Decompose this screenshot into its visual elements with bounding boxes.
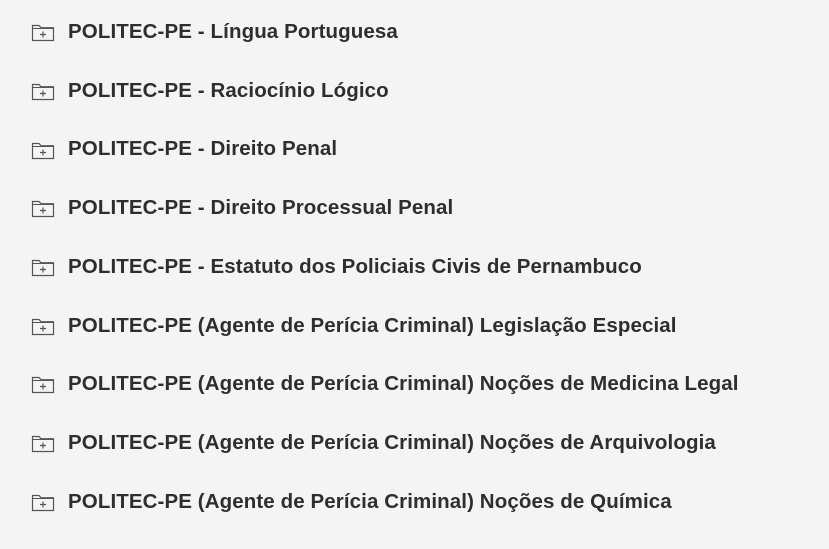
folder-label: POLITEC-PE - Estatuto dos Policiais Civi… — [68, 254, 642, 278]
folder-item-estatuto-policiais[interactable]: POLITEC-PE - Estatuto dos Policiais Civi… — [0, 238, 829, 297]
folder-plus-icon[interactable] — [31, 433, 55, 453]
folder-label: POLITEC-PE - Direito Penal — [68, 137, 338, 161]
folder-item-quimica[interactable]: POLITEC-PE (Agente de Perícia Criminal) … — [0, 473, 829, 532]
folder-item-direito-processual-penal[interactable]: POLITEC-PE - Direito Processual Penal — [0, 179, 829, 238]
folder-plus-icon[interactable] — [31, 22, 55, 42]
folder-list: POLITEC-PE - Língua Portuguesa POLITEC-P… — [0, 3, 829, 531]
folder-label: POLITEC-PE - Língua Portuguesa — [68, 20, 398, 44]
folder-label: POLITEC-PE - Direito Processual Penal — [68, 196, 454, 220]
folder-plus-icon[interactable] — [31, 257, 55, 277]
folder-plus-icon[interactable] — [31, 492, 55, 512]
folder-plus-icon[interactable] — [31, 374, 55, 394]
folder-plus-icon[interactable] — [31, 316, 55, 336]
folder-label: POLITEC-PE - Raciocínio Lógico — [68, 78, 389, 102]
folder-item-raciocinio-logico[interactable]: POLITEC-PE - Raciocínio Lógico — [0, 62, 829, 121]
folder-label: POLITEC-PE (Agente de Perícia Criminal) … — [68, 372, 739, 396]
folder-label: POLITEC-PE (Agente de Perícia Criminal) … — [68, 430, 716, 454]
folder-item-direito-penal[interactable]: POLITEC-PE - Direito Penal — [0, 120, 829, 179]
folder-label: POLITEC-PE (Agente de Perícia Criminal) … — [68, 489, 672, 513]
folder-plus-icon[interactable] — [31, 198, 55, 218]
folder-label: POLITEC-PE (Agente de Perícia Criminal) … — [68, 313, 677, 337]
folder-item-lingua-portuguesa[interactable]: POLITEC-PE - Língua Portuguesa — [0, 3, 829, 62]
folder-item-legislacao-especial[interactable]: POLITEC-PE (Agente de Perícia Criminal) … — [0, 296, 829, 355]
folder-item-medicina-legal[interactable]: POLITEC-PE (Agente de Perícia Criminal) … — [0, 355, 829, 414]
folder-plus-icon[interactable] — [31, 140, 55, 160]
folder-item-arquivologia[interactable]: POLITEC-PE (Agente de Perícia Criminal) … — [0, 414, 829, 473]
folder-plus-icon[interactable] — [31, 81, 55, 101]
